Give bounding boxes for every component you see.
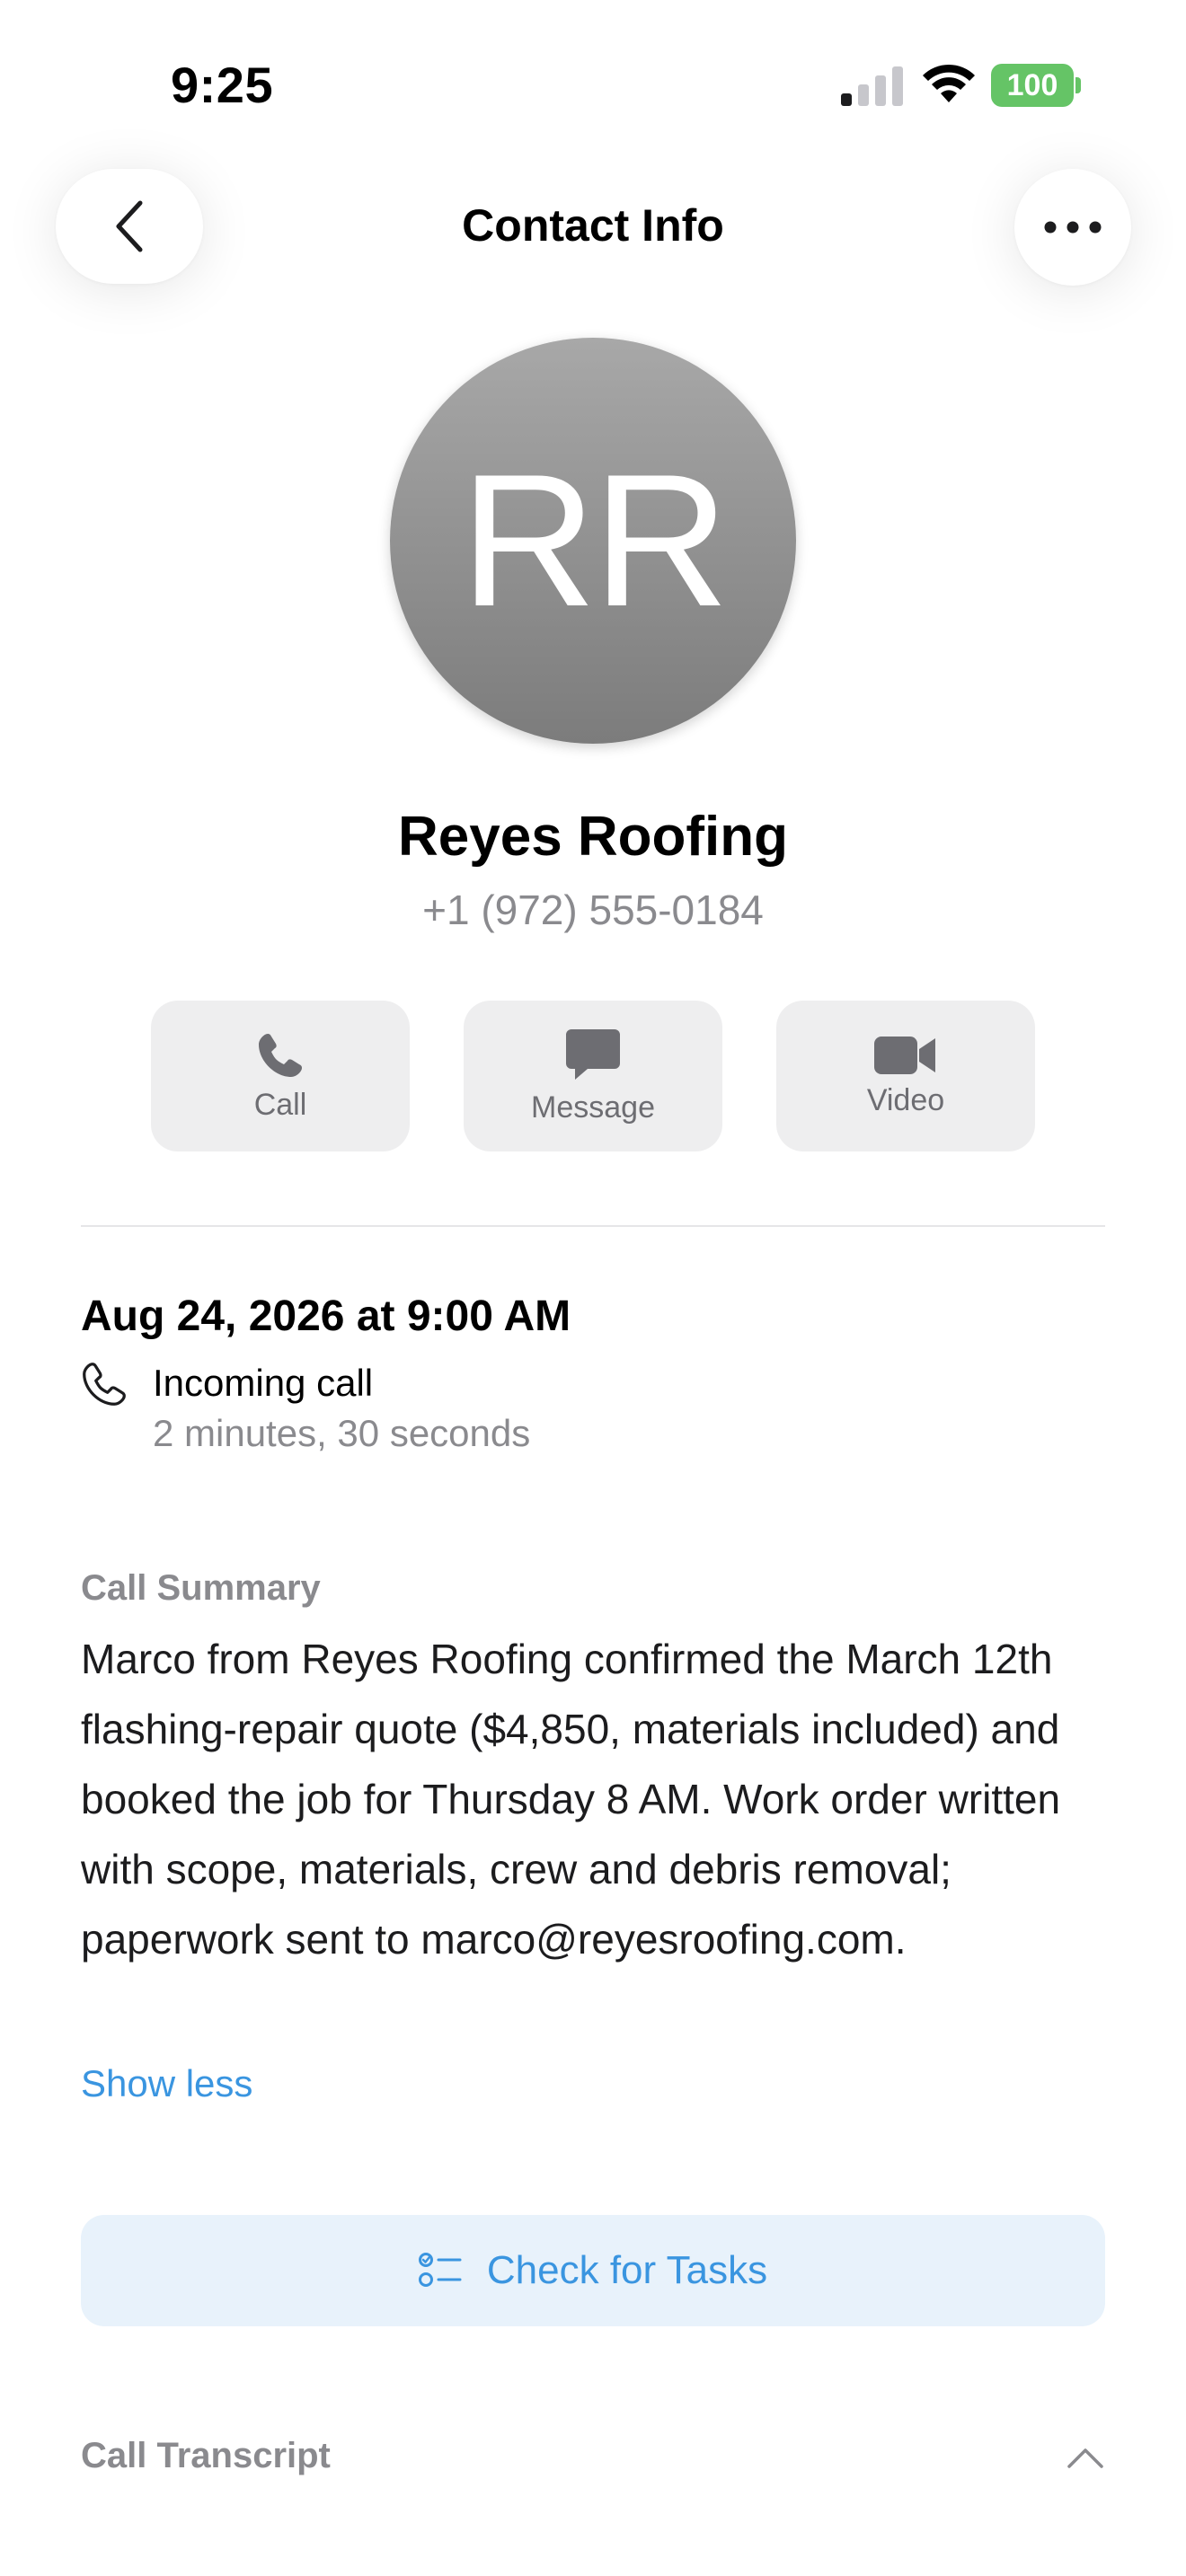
ellipsis-icon [1044,221,1102,234]
message-button-label: Message [531,1090,655,1125]
chevron-up-icon[interactable] [1066,2441,1105,2474]
phone-icon [259,1033,302,1077]
page-title: Contact Info [462,200,724,251]
contact-name: Reyes Roofing [397,806,789,868]
call-button[interactable]: Call [151,1001,410,1151]
battery-level: 100 [991,64,1074,107]
incoming-call-icon [83,1363,126,1406]
call-summary-heading: Call Summary [81,1568,321,1608]
call-summary-text: Marco from Reyes Roofing confirmed the M… [81,1636,1061,1963]
message-bubble-icon [566,1028,620,1080]
show-less-link[interactable]: Show less [81,2062,252,2105]
message-button[interactable]: Message [464,1001,722,1151]
call-button-label: Call [253,1087,307,1122]
wifi-icon [923,64,975,102]
video-camera-icon [874,1036,935,1074]
contact-phone: +1 (972) 555-0184 [422,887,764,933]
status-time: 9:25 [171,57,274,113]
call-date: Aug 24, 2026 at 9:00 AM [81,1292,571,1340]
divider [81,1225,1105,1227]
video-button[interactable]: Video [776,1001,1035,1151]
check-for-tasks-button[interactable]: Check for Tasks [81,2215,1105,2326]
battery-icon: 100 [991,64,1083,107]
more-button[interactable] [1014,169,1131,286]
video-button-label: Video [866,1082,945,1117]
check-for-tasks-label: Check for Tasks [486,2248,768,2292]
call-duration: 2 minutes, 30 seconds [153,1412,531,1454]
call-transcript-heading: Call Transcript [81,2436,331,2475]
cellular-signal-icon [841,66,903,106]
avatar: RR [390,338,796,744]
checklist-icon [418,2253,462,2287]
call-type: Incoming call [153,1362,374,1404]
